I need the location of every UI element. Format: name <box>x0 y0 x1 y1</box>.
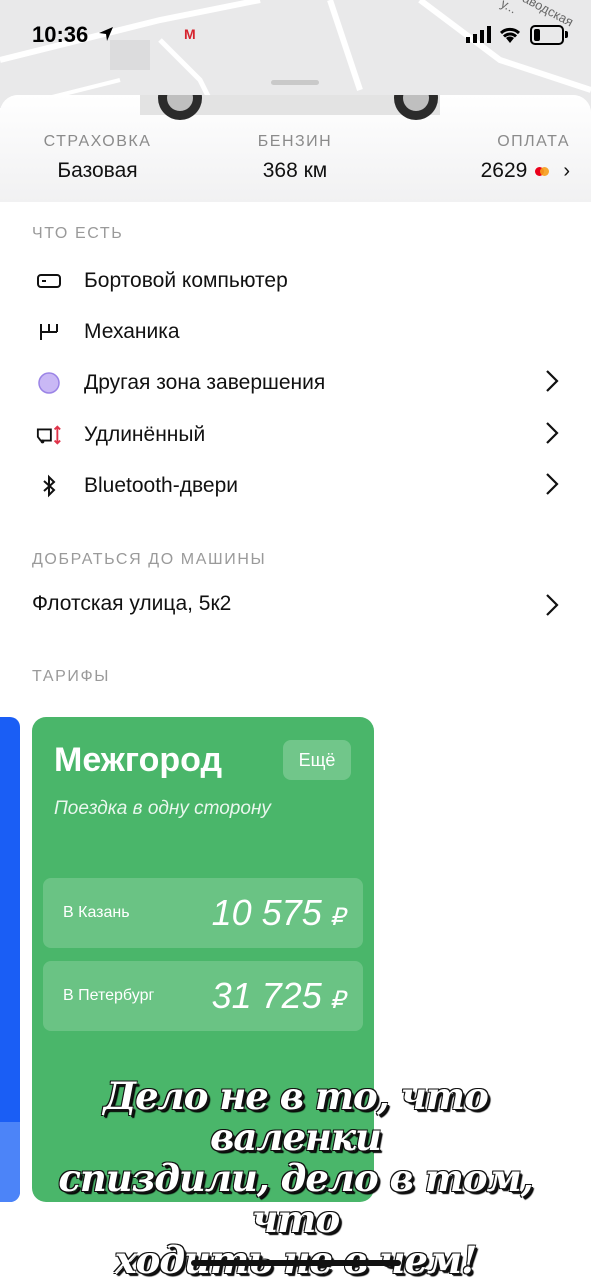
price-row-petersburg[interactable]: В Петербург 31 725 ₽ <box>43 961 363 1031</box>
feature-label: Bluetooth-двери <box>84 474 238 497</box>
address-row[interactable]: Флотская улица, 5к2 <box>0 584 591 634</box>
tariff-name: Межгород <box>54 741 223 779</box>
payment-value: 2629 <box>480 159 528 182</box>
tariff-subtitle: Поездка в одну сторону <box>54 798 271 819</box>
chevron-right-icon <box>546 594 559 616</box>
feature-label: Удлинённый <box>84 423 206 446</box>
chevron-right-icon: › <box>563 159 570 182</box>
feature-item-end-zone[interactable]: Другая зона завершения <box>0 358 591 408</box>
status-bar: 10:36 M <box>0 0 591 70</box>
price-row-kazan[interactable]: В Казань 10 575 ₽ <box>43 878 363 948</box>
meme-caption: Дело не в то, что валенки спиздили, дело… <box>30 1076 561 1281</box>
location-arrow-icon <box>99 27 113 41</box>
currency-symbol: ₽ <box>329 904 345 931</box>
feature-item-long-car[interactable]: Удлинённый <box>0 410 591 460</box>
mastercard-icon <box>535 166 550 176</box>
payment-stat[interactable]: ОПЛАТА 2629 › <box>440 133 570 183</box>
onboard-computer-icon <box>36 268 62 294</box>
price-destination: В Казань <box>63 904 130 921</box>
price-value: 10 575 <box>211 892 322 933</box>
metro-icon: M <box>184 26 196 42</box>
zone-circle-icon <box>36 370 62 396</box>
chevron-right-icon <box>546 370 559 392</box>
car-illustration <box>140 95 440 120</box>
status-time: 10:36 <box>32 22 89 47</box>
cellular-signal-icon <box>466 26 491 43</box>
price-destination: В Петербург <box>63 987 155 1004</box>
features-section-title: ЧТО ЕСТЬ <box>32 225 124 242</box>
insurance-value: Базовая <box>57 159 138 182</box>
feature-item-manual: Механика <box>0 307 591 357</box>
reach-section-title: ДОБРАТЬСЯ ДО МАШИНЫ <box>32 551 267 568</box>
battery-icon <box>530 25 568 45</box>
home-indicator[interactable] <box>191 1260 401 1266</box>
long-car-icon <box>36 422 62 448</box>
gearbox-icon <box>36 319 62 345</box>
feature-label: Бортовой компьютер <box>84 269 288 292</box>
feature-item-onboard-computer: Бортовой компьютер <box>0 256 591 306</box>
chevron-right-icon <box>546 473 559 495</box>
insurance-label: СТРАХОВКА <box>43 133 152 150</box>
tariffs-section-title: ТАРИФЫ <box>32 668 111 685</box>
payment-label: ОПЛАТА <box>497 133 570 150</box>
feature-label: Механика <box>84 320 180 343</box>
tariff-card-previous[interactable] <box>0 717 20 1202</box>
caption-line: Дело не в то, что валенки <box>103 1074 489 1159</box>
more-button[interactable]: Ещё <box>283 740 351 780</box>
fuel-stat: БЕНЗИН 368 км <box>240 133 350 183</box>
currency-symbol: ₽ <box>329 987 345 1014</box>
feature-item-bluetooth-doors[interactable]: Bluetooth-двери <box>0 461 591 511</box>
sheet-grabber[interactable] <box>271 80 319 85</box>
fuel-value: 368 км <box>262 159 328 182</box>
chevron-right-icon <box>546 422 559 444</box>
bluetooth-icon <box>36 473 62 499</box>
price-value: 31 725 <box>211 975 322 1016</box>
insurance-stat[interactable]: СТРАХОВКА Базовая <box>40 133 155 183</box>
caption-line: спиздили, дело в том, что <box>58 1156 533 1241</box>
wifi-icon <box>499 27 521 43</box>
fuel-label: БЕНЗИН <box>257 133 333 150</box>
feature-label: Другая зона завершения <box>84 371 326 394</box>
address-text: Флотская улица, 5к2 <box>32 592 232 615</box>
